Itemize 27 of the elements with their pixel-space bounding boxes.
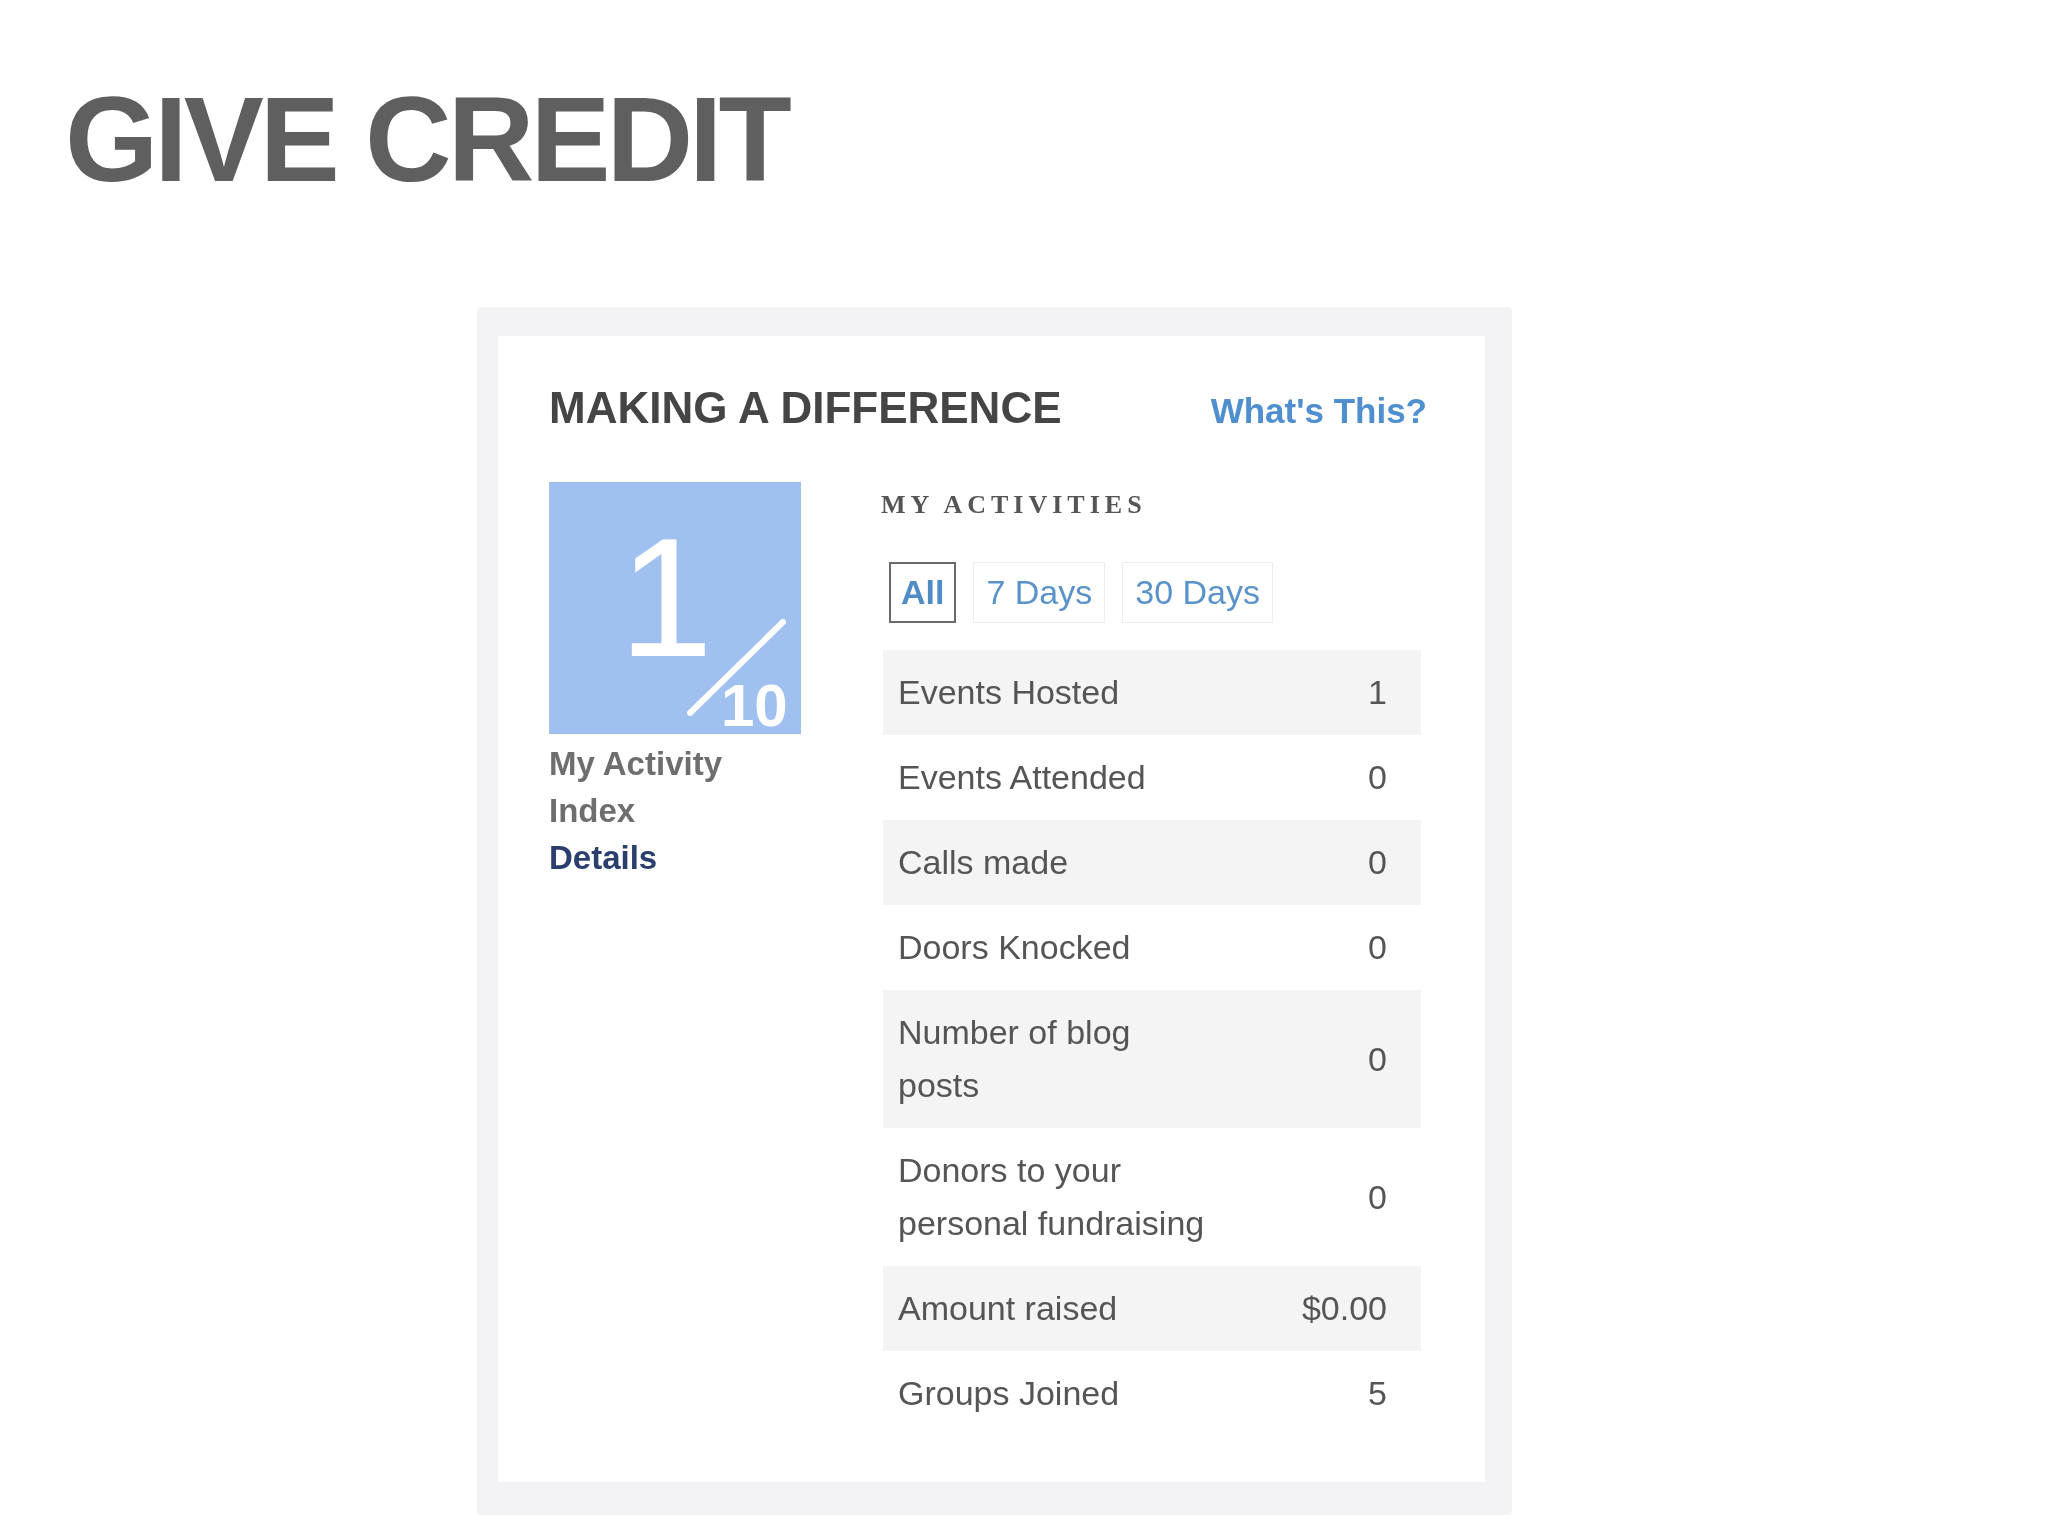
activity-score-max: 10 [721,676,788,736]
activity-score: 1 [619,513,713,682]
activity-label: Donors to your personal fundraising [898,1150,1206,1244]
page-title: GIVE CREDIT [65,79,788,199]
card-title: MAKING A DIFFERENCE [549,386,1062,430]
activity-value: 0 [1368,842,1387,883]
activity-label: Groups Joined [898,1373,1121,1414]
activity-index-label: My Activity Index [549,744,723,831]
period-tab[interactable]: 30 Days [1122,562,1273,623]
activity-label: Events Attended [898,757,1147,798]
activity-value: 1 [1368,672,1387,713]
activities-heading: MY ACTIVITIES [881,492,1148,518]
activity-label: Calls made [898,842,1070,883]
activity-value: $0.00 [1301,1288,1387,1329]
activity-label: Doors Knocked [898,927,1132,968]
activity-label: Events Hosted [898,672,1121,713]
activity-value: 0 [1368,1176,1387,1218]
activity-value: 5 [1368,1373,1387,1414]
help-link[interactable]: What's This? [1210,389,1427,433]
activity-value: 0 [1368,1038,1387,1080]
period-tab[interactable]: 7 Days [973,562,1106,623]
activity-label: Amount raised [898,1288,1119,1329]
activity-value: 0 [1368,757,1387,798]
details-link[interactable]: Details [549,834,658,881]
activity-label: Number of blog posts [898,1012,1132,1106]
period-tab[interactable]: All [889,562,957,623]
activity-value: 0 [1368,927,1387,968]
